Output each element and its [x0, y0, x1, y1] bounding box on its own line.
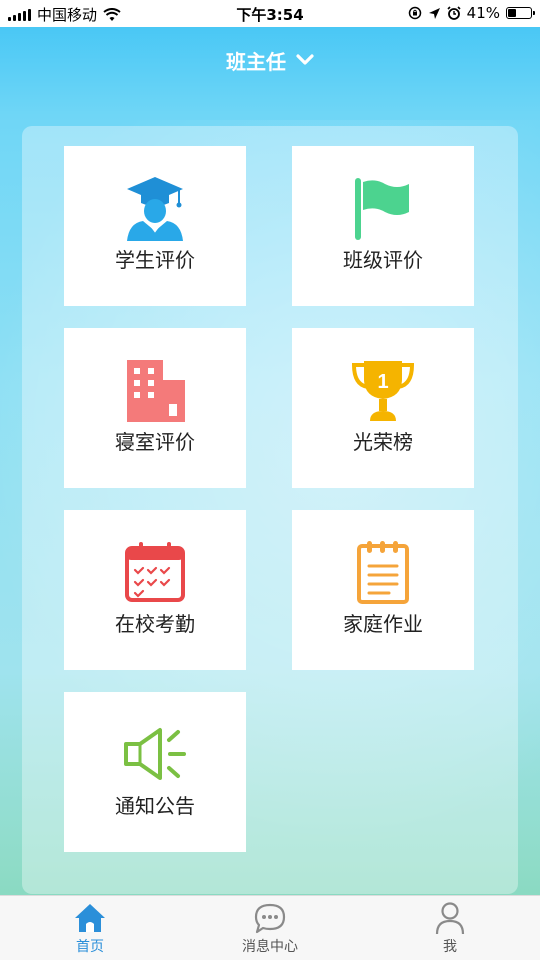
building-icon — [121, 356, 189, 424]
tile-label: 寝室评价 — [115, 430, 195, 454]
battery-percent: 41% — [466, 4, 500, 22]
attendance-tile[interactable]: 在校考勤 — [64, 510, 246, 670]
alarm-icon — [447, 6, 461, 20]
home-icon — [30, 900, 150, 936]
tile-label: 在校考勤 — [115, 612, 195, 636]
student-evaluation-tile[interactable]: 学生评价 — [64, 146, 246, 306]
tab-messages[interactable]: 消息中心 — [210, 900, 330, 958]
calendar-icon — [121, 538, 189, 606]
announcement-tile[interactable]: 通知公告 — [64, 692, 246, 852]
tile-label: 家庭作业 — [343, 612, 423, 636]
bottom-tab-bar: 首页 消息中心 我 — [0, 895, 540, 960]
tab-label: 首页 — [76, 939, 104, 955]
tab-label: 消息中心 — [242, 939, 298, 955]
honor-roll-tile[interactable]: 1 光荣榜 — [292, 328, 474, 488]
page-title: 班主任 — [226, 49, 286, 74]
status-bar: 中国移动 下午3:54 41% — [0, 0, 540, 27]
tile-label: 通知公告 — [115, 794, 195, 818]
battery-fill — [508, 9, 516, 17]
chat-bubble-icon — [210, 900, 330, 936]
tab-label: 我 — [443, 939, 457, 955]
orientation-lock-icon — [408, 6, 421, 20]
chevron-down-icon — [296, 54, 314, 65]
battery-icon — [506, 7, 535, 19]
student-graduate-icon — [121, 174, 189, 242]
app-screen: 中国移动 下午3:54 41% 班主任 学生评价 班级评价 寝室评价 1 光荣榜… — [0, 0, 540, 960]
tile-label: 学生评价 — [115, 248, 195, 272]
status-bar-right: 41% — [408, 4, 535, 22]
person-icon — [390, 900, 510, 936]
menu-panel: 学生评价 班级评价 寝室评价 1 光荣榜 在校考勤 家庭作业 通知公告 — [22, 126, 518, 894]
role-selector[interactable]: 班主任 — [0, 42, 540, 78]
flag-icon — [349, 174, 417, 242]
tab-home[interactable]: 首页 — [30, 900, 150, 958]
tile-label: 班级评价 — [343, 248, 423, 272]
notepad-icon — [349, 538, 417, 606]
homework-tile[interactable]: 家庭作业 — [292, 510, 474, 670]
class-evaluation-tile[interactable]: 班级评价 — [292, 146, 474, 306]
speaker-icon — [121, 720, 189, 788]
trophy-number: 1 — [377, 371, 388, 393]
trophy-icon: 1 — [349, 356, 417, 424]
tab-me[interactable]: 我 — [390, 900, 510, 958]
dorm-evaluation-tile[interactable]: 寝室评价 — [64, 328, 246, 488]
location-arrow-icon — [428, 7, 440, 19]
tile-label: 光荣榜 — [353, 430, 413, 454]
